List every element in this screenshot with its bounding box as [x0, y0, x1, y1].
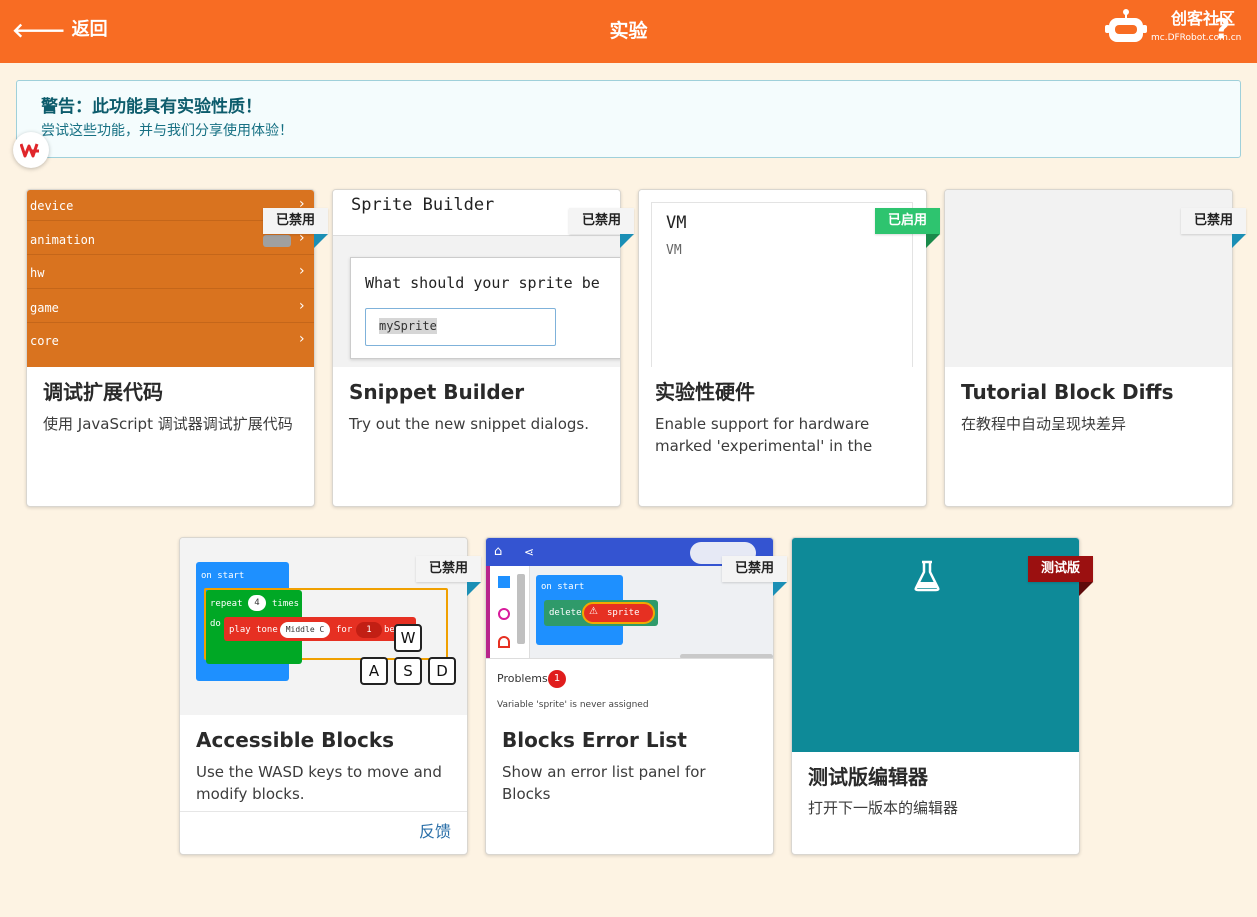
chevron-right-icon: › — [299, 263, 305, 279]
feedback-link[interactable]: 反馈 — [419, 822, 451, 842]
problem-message: Variable 'sprite' is never assigned — [497, 700, 649, 710]
key-w: W — [394, 624, 422, 652]
key-a: A — [360, 657, 388, 685]
card-title: Accessible Blocks — [196, 728, 395, 752]
card-snippet-builder[interactable]: Sprite Builder What should your sprite b… — [332, 189, 635, 507]
sprite-question: What should your sprite be — [365, 274, 600, 292]
trash-icon — [263, 235, 291, 247]
block-for: for — [336, 625, 353, 635]
card-title: Tutorial Block Diffs — [961, 380, 1174, 404]
card-title: 测试版编辑器 — [808, 765, 928, 789]
experimental-warning: 警告：此功能具有实验性质！ 尝试这些功能，并与我们分享使用体验！ — [16, 80, 1241, 158]
app-header: 🡐 返回 实验 创客社区 mc.DFRobot.com.cn ? — [0, 0, 1257, 63]
card-accessible-blocks[interactable]: on start repeat 4 times do play tone Mid… — [179, 537, 482, 855]
grid-icon — [498, 576, 510, 588]
home-icon: ⌂ — [494, 544, 503, 559]
category-game: game — [30, 301, 59, 315]
card-description: 打开下一版本的编辑器 — [808, 799, 959, 817]
category-hw: hw — [30, 266, 45, 280]
key-s: S — [394, 657, 422, 685]
status-badge: 已禁用 — [262, 208, 329, 248]
block-play-tone: play tone — [229, 625, 278, 635]
block-on-start: on start — [541, 582, 585, 592]
target-icon — [498, 608, 510, 620]
block-repeat: repeat — [210, 599, 243, 609]
status-badge: 已禁用 — [1180, 208, 1247, 248]
status-badge: 已禁用 — [721, 556, 788, 596]
dfrobot-logo[interactable]: 创客社区 mc.DFRobot.com.cn — [1103, 5, 1253, 55]
card-tutorial-block-diffs[interactable]: 已禁用 Tutorial Block Diffs 在教程中自动呈现块差异 — [944, 189, 1247, 507]
wps-icon — [20, 143, 39, 158]
status-badge: 已禁用 — [415, 556, 482, 596]
card-title: 调试扩展代码 — [43, 380, 163, 404]
beats-field: 1 — [356, 622, 382, 638]
block-do: do — [210, 619, 221, 629]
sprite-name-input: mySprite — [365, 308, 556, 346]
problem-count-badge: 1 — [548, 670, 566, 688]
sprite-builder-title: Sprite Builder — [351, 195, 495, 215]
chevron-right-icon: › — [299, 331, 305, 347]
card-title: 实验性硬件 — [655, 380, 755, 404]
card-experimental-hardware[interactable]: VM VM 已启用 实验性硬件 Enable support for hardw… — [638, 189, 941, 507]
flask-icon — [914, 560, 940, 592]
status-badge: 已启用 — [874, 208, 941, 248]
block-delete: delete — [549, 608, 582, 618]
headphones-icon — [498, 636, 510, 648]
category-core: core — [30, 334, 59, 348]
key-d: D — [428, 657, 456, 685]
share-icon: ⋖ — [524, 545, 535, 559]
card-blocks-error-list[interactable]: ⌂ ⋖ on start delete ⚠ sprite Problems 1 … — [485, 537, 788, 855]
variable-sprite: sprite — [607, 608, 640, 618]
status-badge: 已禁用 — [568, 208, 635, 248]
help-icon[interactable]: ? — [1214, 12, 1230, 46]
warning-description: 尝试这些功能，并与我们分享使用体验！ — [41, 123, 293, 139]
card-description: 在教程中自动呈现块差异 — [961, 415, 1127, 433]
card-title: Snippet Builder — [349, 380, 525, 404]
card-description: 使用 JavaScript 调试器调试扩展代码 — [43, 415, 293, 433]
block-on-start: on start — [201, 571, 245, 581]
card-description: Show an error list panel for Blocks — [502, 763, 706, 803]
warning-icon: ⚠ — [589, 606, 598, 617]
category-animation: animation — [30, 233, 96, 247]
category-device: device — [30, 199, 74, 213]
warning-title: 警告：此功能具有实验性质！ — [41, 97, 262, 117]
card-beta-editor[interactable]: 测试版 测试版编辑器 打开下一版本的编辑器 — [791, 537, 1094, 855]
status-badge: 测试版 — [1027, 556, 1094, 596]
card-description: Enable support for hardware marked 'expe… — [655, 415, 873, 455]
block-times: times — [272, 599, 300, 609]
vm-text: VM — [666, 243, 682, 258]
problems-label: Problems — [497, 672, 548, 685]
card-debug-extensions[interactable]: device animation hw game core › › › › › … — [26, 189, 329, 507]
repeat-count: 4 — [248, 595, 266, 611]
wps-floating-button[interactable] — [13, 132, 49, 168]
card-title: Blocks Error List — [502, 728, 687, 752]
page-title: 实验 — [609, 20, 648, 42]
card-description: Try out the new snippet dialogs. — [349, 415, 589, 433]
vm-heading: VM — [666, 213, 687, 233]
chevron-right-icon: › — [299, 298, 305, 314]
robot-logo-icon — [1105, 9, 1147, 42]
note-field: Middle C — [280, 622, 330, 638]
card-description: Use the WASD keys to move and modify blo… — [196, 763, 442, 803]
